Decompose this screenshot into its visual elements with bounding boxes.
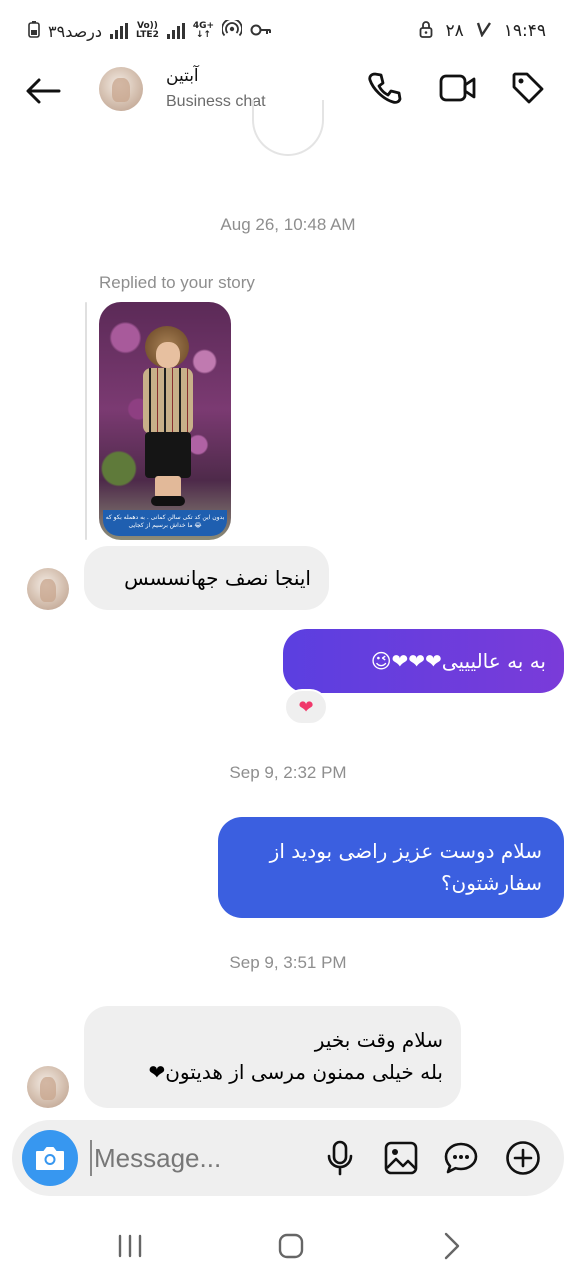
camera-icon bbox=[36, 1147, 64, 1170]
microphone-icon bbox=[327, 1140, 353, 1176]
message-composer bbox=[12, 1120, 564, 1196]
message-line: بله خیلی ممنون مرسی از هدیتون❤ bbox=[148, 1060, 443, 1084]
timestamp: Aug 26, 10:48 AM bbox=[220, 215, 356, 234]
status-bar: ۳۹درصد Vo)) LTE2 4G+ ↓↑ ۲۸ ۱۹:۴۹ bbox=[0, 0, 576, 60]
sticker-button[interactable] bbox=[441, 1138, 481, 1178]
sender-avatar[interactable] bbox=[27, 568, 69, 610]
4g-icon: 4G+ ↓↑ bbox=[192, 21, 215, 40]
check-icon bbox=[476, 21, 492, 42]
sent-message[interactable]: سلام دوست عزیز راضی بودید از سفارشتون؟ bbox=[218, 817, 564, 918]
gallery-button[interactable] bbox=[381, 1138, 421, 1178]
chevron-right-icon bbox=[444, 1232, 460, 1260]
status-right: ۲۸ ۱۹:۴۹ bbox=[419, 18, 546, 44]
tag-button[interactable] bbox=[508, 68, 548, 108]
sticker-icon bbox=[444, 1142, 478, 1174]
phone-icon bbox=[368, 72, 402, 104]
status-number: ۲۸ bbox=[445, 21, 464, 41]
signal-icon-2 bbox=[166, 23, 185, 39]
sender-avatar[interactable] bbox=[27, 1066, 69, 1108]
scroll-arc-decoration bbox=[252, 100, 324, 156]
home-button[interactable] bbox=[267, 1226, 315, 1266]
reply-bar bbox=[85, 302, 87, 540]
timestamp: Sep 9, 2:32 PM bbox=[229, 763, 347, 782]
lock-icon bbox=[419, 20, 433, 43]
contact-name[interactable]: آبتین bbox=[166, 66, 199, 86]
recent-apps-button[interactable] bbox=[106, 1226, 154, 1266]
heart-reaction[interactable]: ❤ bbox=[284, 689, 328, 725]
battery-icon bbox=[28, 20, 40, 42]
received-message[interactable]: اینجا نصف جهانسسس bbox=[84, 546, 329, 610]
battery-percent: ۳۹درصد bbox=[48, 21, 103, 41]
message-text: اینجا نصف جهانسسس bbox=[124, 566, 311, 590]
video-call-button[interactable] bbox=[436, 68, 480, 108]
message-line: سلام دوست عزیز راضی بودید از bbox=[269, 839, 542, 863]
tag-icon bbox=[512, 72, 544, 104]
contact-subtitle: Business chat bbox=[166, 93, 266, 110]
recent-apps-icon bbox=[118, 1234, 142, 1258]
message-text: به به عالیییی❤❤❤😉 bbox=[370, 649, 546, 673]
vpn-key-icon bbox=[250, 22, 272, 41]
system-nav-bar bbox=[0, 1210, 576, 1280]
timestamp: Sep 9, 3:51 PM bbox=[229, 953, 347, 972]
plus-icon bbox=[506, 1141, 540, 1175]
back-button[interactable] bbox=[22, 70, 64, 112]
story-caption: بدون این کد تکی سالن کمانی . به دهمله بک… bbox=[103, 510, 227, 536]
hotspot-icon bbox=[221, 17, 243, 42]
replied-label: Replied to your story bbox=[99, 273, 255, 292]
signal-icon bbox=[110, 23, 129, 39]
heart-icon: ❤ bbox=[298, 696, 314, 718]
clock-time: ۱۹:۴۹ bbox=[503, 21, 546, 41]
add-button[interactable] bbox=[503, 1138, 543, 1178]
message-input[interactable] bbox=[90, 1140, 310, 1176]
back-nav-button[interactable] bbox=[428, 1226, 476, 1266]
back-arrow-icon bbox=[26, 78, 61, 104]
voice-button[interactable] bbox=[320, 1138, 360, 1178]
message-line: سفارشتون؟ bbox=[440, 871, 542, 895]
story-thumbnail[interactable]: بدون این کد تکی سالن کمانی . به دهمله بک… bbox=[99, 302, 231, 540]
sent-message[interactable]: به به عالیییی❤❤❤😉 bbox=[283, 629, 564, 693]
message-line: سلام وقت بخیر bbox=[314, 1028, 443, 1052]
received-message[interactable]: سلام وقت بخیر بله خیلی ممنون مرسی از هدی… bbox=[84, 1006, 461, 1108]
home-icon bbox=[278, 1233, 304, 1259]
video-camera-icon bbox=[439, 74, 476, 102]
camera-button[interactable] bbox=[22, 1130, 78, 1186]
call-button[interactable] bbox=[364, 68, 404, 108]
status-left: ۳۹درصد Vo)) LTE2 4G+ ↓↑ bbox=[28, 17, 272, 44]
volte-icon: Vo)) LTE2 bbox=[136, 21, 159, 40]
contact-avatar[interactable] bbox=[99, 67, 143, 111]
gallery-icon bbox=[384, 1141, 418, 1175]
